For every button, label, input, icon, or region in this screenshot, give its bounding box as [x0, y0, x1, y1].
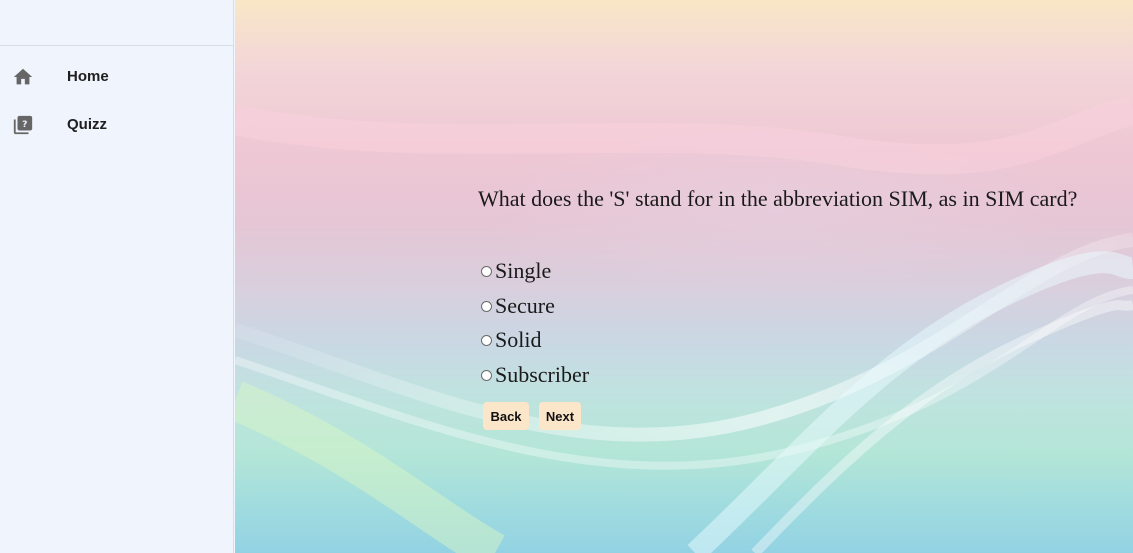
- background-wave-graphic: [235, 95, 1133, 553]
- svg-text:?: ?: [22, 119, 27, 130]
- option-solid[interactable]: Solid: [481, 327, 541, 353]
- radio-button[interactable]: [481, 335, 492, 346]
- next-button[interactable]: Next: [539, 402, 581, 430]
- option-subscriber[interactable]: Subscriber: [481, 362, 589, 388]
- option-label: Single: [495, 258, 552, 283]
- sidebar-item-quizz[interactable]: ? Quizz: [0, 105, 234, 145]
- option-label: Subscriber: [495, 362, 590, 387]
- radio-button[interactable]: [481, 301, 492, 312]
- quiz-panel: What does the 'S' stand for in the abbre…: [235, 0, 1133, 553]
- question-text: What does the 'S' stand for in the abbre…: [478, 186, 1078, 211]
- sidebar-item-home[interactable]: Home: [0, 57, 234, 97]
- option-secure[interactable]: Secure: [481, 293, 555, 319]
- option-label: Secure: [495, 293, 555, 318]
- quiz-icon: ?: [12, 114, 34, 136]
- radio-button[interactable]: [481, 266, 492, 277]
- back-button[interactable]: Back: [483, 402, 529, 430]
- option-single[interactable]: Single: [481, 258, 551, 284]
- sidebar: Home ? Quizz: [0, 0, 234, 553]
- sidebar-item-label: Quizz: [67, 116, 107, 133]
- home-icon: [12, 66, 34, 88]
- radio-button[interactable]: [481, 370, 492, 381]
- sidebar-item-label: Home: [67, 68, 109, 85]
- sidebar-header: [0, 0, 233, 46]
- option-label: Solid: [495, 327, 542, 352]
